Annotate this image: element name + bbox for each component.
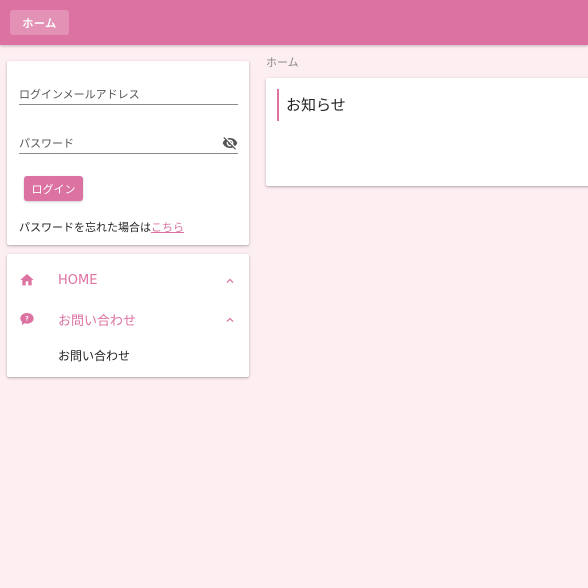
nav-item-home-label: HOME (58, 272, 98, 288)
login-button[interactable]: ログイン (24, 176, 83, 201)
password-field[interactable]: パスワード (19, 132, 238, 154)
forgot-password-text: パスワードを忘れた場合はこちら (19, 219, 184, 235)
chevron-up-icon[interactable] (223, 273, 237, 287)
svg-text:?: ? (25, 316, 29, 323)
notice-accent-bar (277, 89, 279, 121)
nav-item-contact-label: お問い合わせ (58, 313, 137, 329)
forgot-password-link[interactable]: こちら (151, 221, 184, 234)
email-field-label: ログインメールアドレス (19, 87, 140, 101)
visibility-off-icon[interactable] (222, 135, 238, 151)
home-icon (19, 272, 35, 288)
home-button[interactable]: ホーム (10, 10, 69, 35)
notice-title: お知らせ (286, 96, 346, 114)
top-app-bar: ホーム (0, 0, 588, 45)
nav-subitem-contact[interactable]: お問い合わせ (58, 347, 130, 364)
notice-card: お知らせ (266, 78, 588, 186)
nav-item-contact[interactable]: ? お問い合わせ (7, 306, 249, 332)
password-field-label: パスワード (19, 136, 74, 150)
login-card: ログインメールアドレス パスワード ログイン パスワードを忘れた場合はこちら (7, 61, 249, 245)
chevron-up-icon[interactable] (223, 312, 237, 326)
forgot-password-prefix: パスワードを忘れた場合は (19, 221, 151, 234)
email-field[interactable]: ログインメールアドレス (19, 83, 238, 105)
chat-question-icon: ? (19, 311, 35, 327)
nav-menu-card: HOME ? お問い合わせ お問い合わせ (7, 254, 249, 377)
nav-item-home[interactable]: HOME (7, 267, 249, 293)
breadcrumb[interactable]: ホーム (266, 54, 299, 70)
